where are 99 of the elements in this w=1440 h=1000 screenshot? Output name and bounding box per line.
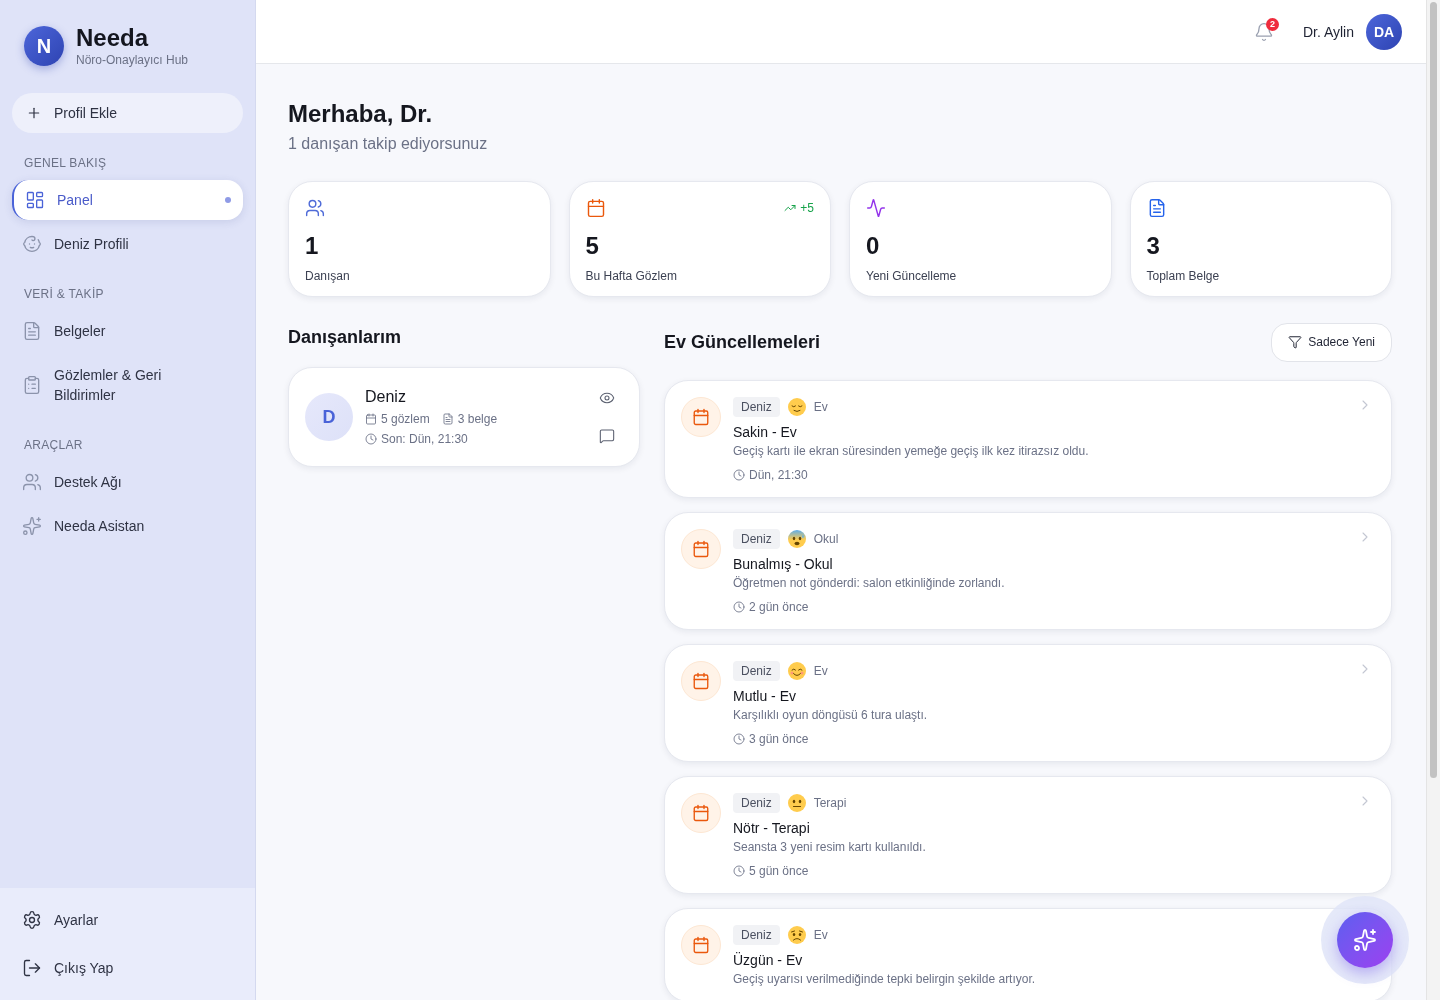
calendar-icon [681,397,721,437]
dashboard-icon [25,190,45,210]
section-heading: Danışanlarım [288,326,403,349]
scrollbar[interactable] [1426,0,1440,1000]
notifications-button[interactable]: 2 [1245,13,1282,50]
clock-icon [733,601,745,613]
update-context: Terapi [813,795,847,811]
update-card[interactable]: Deniz Okul Bunalmış - Okul Öğretmen not gönderdi: salon etkinliğinde zorlandı. 2 gün önce [664,512,1392,630]
eye-icon [599,390,615,406]
stat-value: 0 [866,232,881,260]
notification-count: 2 [1265,17,1279,31]
baby-face-icon [22,234,42,254]
stat-value: 1 [305,232,320,260]
greeting-subtitle: 1 danışan takip ediyorsunuz [288,134,489,154]
update-card[interactable]: Deniz Ev Mutlu - Ev Karşılıklı oyun döngüsü 6 tura ulaştı. 3 gün önce [664,644,1392,762]
brand-tagline: Nöro-Onaylayıcı Hub [76,52,189,68]
update-context: Ev [813,663,828,679]
calendar-icon [681,529,721,569]
sparkles-icon [22,516,42,536]
update-description: Geçiş kartı ile ekran süresinden yemeğe geçiş ilk kez itirazsız oldu. [733,443,1090,459]
trend-value: +5 [800,200,814,216]
last-activity: Son: Dün, 21:30 [381,431,468,447]
document-count: 3 belge [457,411,498,427]
client-name: Deniz [365,387,407,407]
stat-label: Bu Hafta Gözlem [585,268,678,284]
clipboard-list-icon [22,375,42,395]
message-icon [599,428,615,444]
update-time: Dün, 21:30 [749,467,808,483]
update-title: Mutlu - Ev [733,687,797,706]
client-tag: Deniz [733,661,780,681]
clock-icon [365,433,377,445]
greeting-title: Merhaba, Dr. [288,100,434,128]
update-description: Öğretmen not gönderdi: salon etkinliğinde zorlandı. [733,575,1006,591]
client-avatar: D [305,393,353,441]
add-profile-button[interactable]: Profil Ekle [12,93,243,133]
brand-name: Needa [76,24,150,52]
bell-icon [1253,21,1274,42]
calendar-icon [681,661,721,701]
users-icon [22,472,42,492]
client-tag: Deniz [733,397,780,417]
update-title: Üzgün - Ev [733,951,804,970]
logout-icon [22,958,42,978]
document-icon [22,321,42,341]
nav-item[interactable]: Panel [12,180,243,220]
client-tag: Deniz [733,925,780,945]
document-icon [441,413,454,425]
nav-item[interactable]: Destek Ağı [12,462,243,502]
section-title: ARAÇLAR [23,437,84,453]
nav-item[interactable]: Deniz Profili [12,224,243,264]
calendar-icon [365,413,377,425]
nav-item[interactable]: Needa Asistan [12,506,243,546]
update-context: Ev [813,927,828,943]
message-button[interactable] [599,428,615,444]
stat-label: Danışan [305,268,351,284]
nav-item[interactable]: Gözlemler & Geri Bildirimler [12,355,243,415]
update-card[interactable]: Deniz Ev Sakin - Ev Geçiş kartı ile ekran süresinden yemeğe geçiş ilk kez itirazsız oldu. Dün, 21:30 [664,380,1392,498]
client-tag: Deniz [733,793,780,813]
client-tag: Deniz [733,529,780,549]
filter-icon [1288,335,1303,349]
update-time: 2 gün önce [749,599,809,615]
clock-icon [733,733,745,745]
user-name: Dr. Aylin [1302,22,1354,42]
calendar-icon [681,793,721,833]
settings-icon [22,910,42,930]
logo-mark: N [24,26,64,66]
clock-icon [733,469,745,481]
footer-nav-item[interactable]: Çıkış Yap [12,948,243,988]
view-button[interactable] [599,390,615,406]
section-title: VERİ & TAKİP [23,286,105,302]
stat-value: 5 [585,232,600,260]
sparkles-icon [1353,928,1377,952]
stat-label: Yeni Güncelleme [866,268,958,284]
filter-button[interactable]: Sadece Yeni [1271,322,1392,362]
user-avatar[interactable]: DA [1366,13,1402,50]
update-card[interactable]: Deniz Ev Üzgün - Ev Geçiş uyarısı verilmediğinde tepki belirgin şekilde artıyor. [664,908,1392,1000]
update-context: Ev [813,399,828,415]
update-description: Karşılıklı oyun döngüsü 6 tura ulaştı. [733,707,929,723]
calendar-icon [681,925,721,965]
plus-icon [26,105,42,121]
clock-icon [733,865,745,877]
client-card[interactable]: D Deniz 5 gözlem 3 belge Son: Dün, 21:30 [288,367,640,467]
observation-count: 5 gözlem [381,411,430,427]
update-card[interactable]: Deniz Terapi Nötr - Terapi Seansta 3 yeni resim kartı kullanıldı. 5 gün önce [664,776,1392,894]
trending-up-icon [784,202,797,214]
update-description: Seansta 3 yeni resim kartı kullanıldı. [733,839,927,855]
footer-nav-item[interactable]: Ayarlar [12,900,243,940]
section-heading: Ev Güncellemeleri [664,331,821,354]
nav-item[interactable]: Belgeler [12,311,243,351]
stat-value: 3 [1146,232,1161,260]
update-title: Bunalmış - Okul [733,555,834,574]
update-context: Okul [813,531,839,547]
update-time: 5 gün önce [749,863,809,879]
update-time: 3 gün önce [749,731,809,747]
stat-label: Toplam Belge [1146,268,1221,284]
update-title: Nötr - Terapi [733,819,811,838]
update-title: Sakin - Ev [733,423,798,442]
scrollbar-thumb[interactable] [1430,2,1437,778]
section-title: GENEL BAKIŞ [23,155,108,171]
update-description: Geçiş uyarısı verilmediğinde tepki belirgin şekilde artıyor. [733,971,1037,987]
